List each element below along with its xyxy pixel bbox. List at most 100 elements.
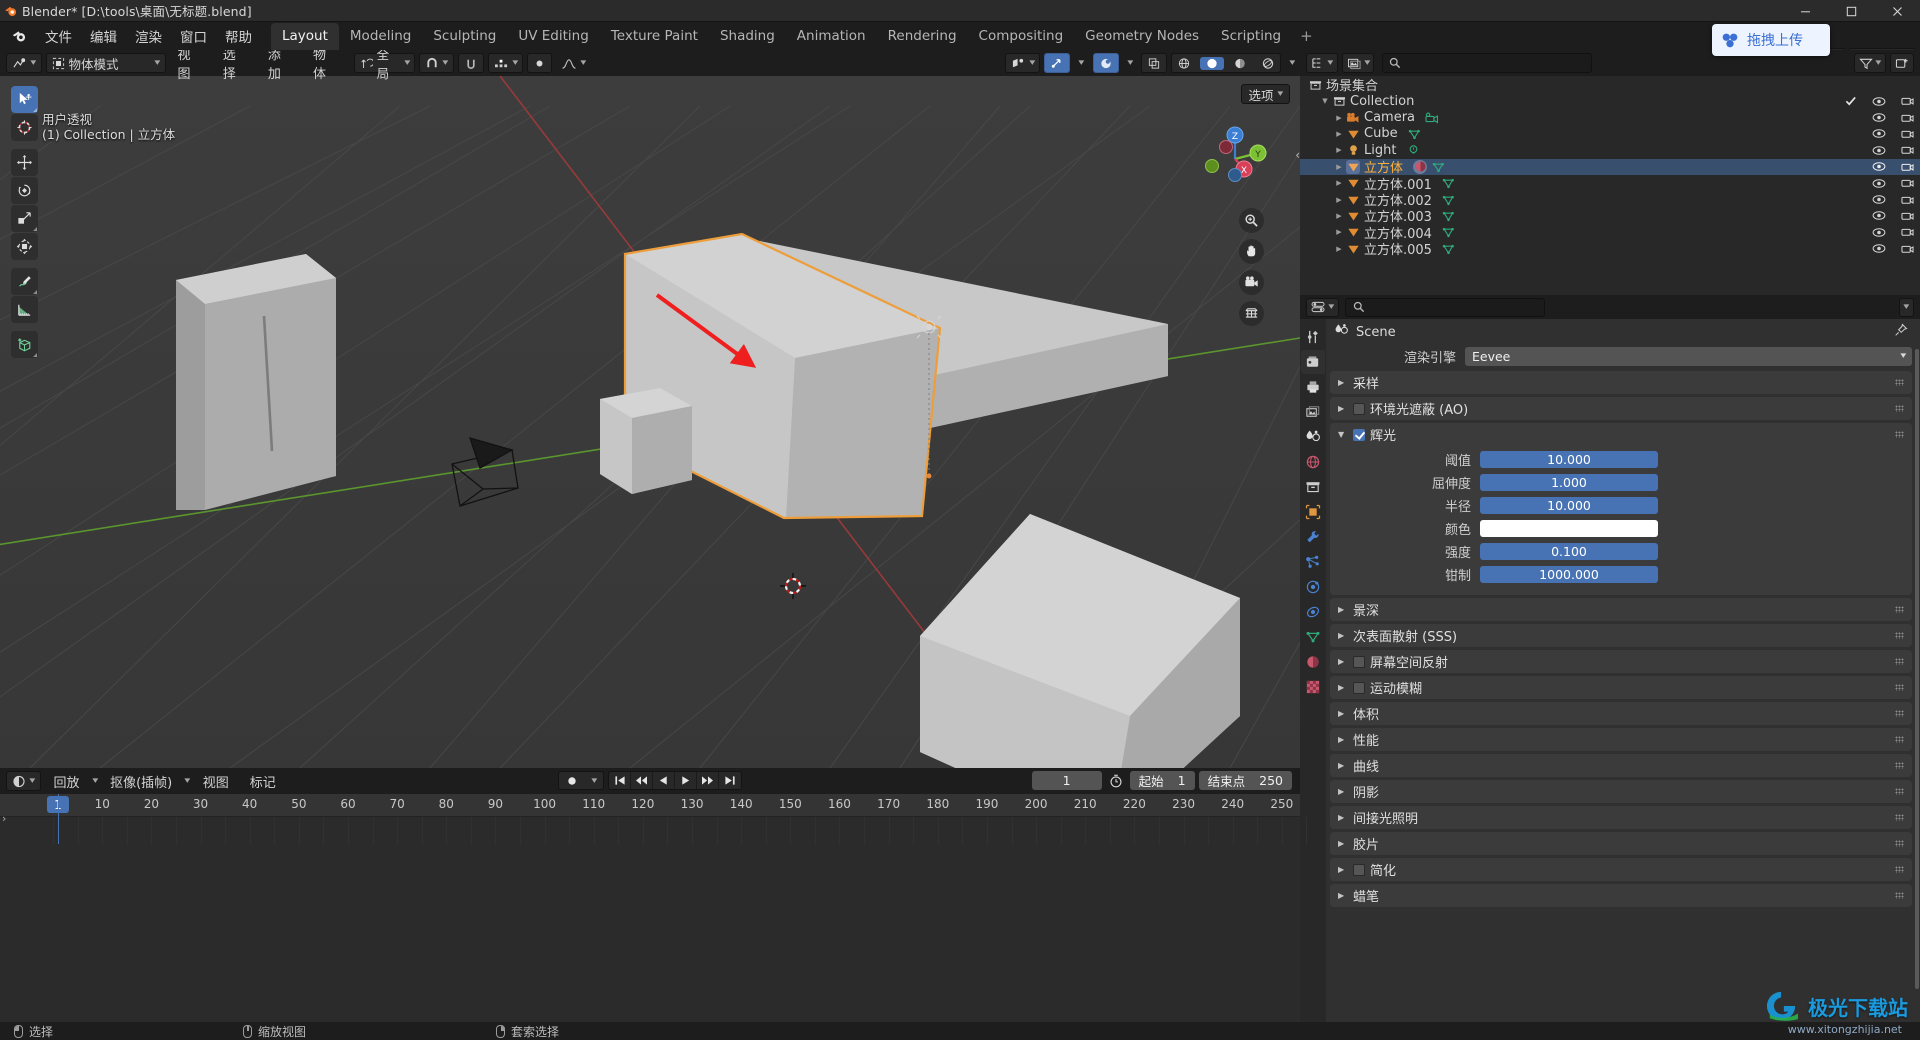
mesh-data-icon[interactable] [1408,127,1422,141]
timeline-keyframe-area[interactable] [0,816,1308,845]
tab-scripting[interactable]: Scripting [1210,23,1292,50]
eye-icon[interactable] [1872,127,1886,141]
camera-render-icon[interactable] [1900,242,1914,256]
zoom-icon[interactable] [1239,208,1264,233]
expand-triangle-icon[interactable]: ▶ [1332,179,1346,187]
camera-render-icon[interactable] [1900,160,1914,174]
camera-render-icon[interactable] [1900,193,1914,207]
panel-indirect-lighting[interactable]: ▶ 间接光照明 [1330,806,1912,829]
properties-scrollbar[interactable] [1915,349,1919,989]
panel-header[interactable]: ▶ 体积 [1330,702,1912,725]
outliner-row-cube-004[interactable]: ▶ 立方体.004 [1300,224,1920,242]
tab-constraint[interactable] [1301,600,1325,624]
outliner-row-cube-005[interactable]: ▶ 立方体.005 [1300,241,1920,258]
outliner-row-cube-001[interactable]: ▶ 立方体.001 [1300,175,1920,193]
panel-curves[interactable]: ▶ 曲线 [1330,754,1912,777]
checkbox-icon[interactable] [1844,94,1858,108]
panel-shadows[interactable]: ▶ 阴影 [1330,780,1912,803]
menu-help[interactable]: 帮助 [216,23,261,49]
properties-editor-type-button[interactable]: ▾ [1306,297,1339,317]
panel-checkbox[interactable] [1353,402,1365,415]
panel-header[interactable]: ▼ 辉光 [1330,423,1912,446]
panel-header[interactable]: ▶ 屏幕空间反射 [1330,650,1912,673]
field-value-slider[interactable]: 1.000 [1480,473,1658,491]
play-icon[interactable] [675,772,697,789]
panel-ambient-occlusion[interactable]: ▶ 环境光遮蔽 (AO) [1330,397,1912,420]
outliner-row-cube[interactable]: ▶ Cube [1300,126,1920,142]
frame-end-fields[interactable]: 结束点 250 [1198,771,1292,790]
panel-header[interactable]: ▶ 次表面散射 (SSS) [1330,624,1912,647]
panel-subsurface-scattering[interactable]: ▶ 次表面散射 (SSS) [1330,624,1912,647]
expand-triangle-icon[interactable]: ▶ [1332,114,1346,122]
tool-move[interactable] [11,149,38,176]
camera-render-icon[interactable] [1900,94,1914,108]
panel-header[interactable]: ▶ 曲线 [1330,754,1912,777]
panel-header[interactable]: ▶ 性能 [1330,728,1912,751]
tab-geometry-nodes[interactable]: Geometry Nodes [1074,23,1210,50]
jump-start-icon[interactable] [609,772,631,789]
panel-header[interactable]: ▶ 环境光遮蔽 (AO) [1330,397,1912,420]
outliner-new-collection-button[interactable] [1890,53,1914,73]
record-icon[interactable] [559,772,585,789]
tab-layout[interactable]: Layout [271,23,339,50]
timeline-playhead[interactable] [58,794,59,844]
prev-keyframe-icon[interactable] [631,772,653,789]
camera-render-icon[interactable] [1900,127,1914,141]
tab-tool[interactable] [1301,325,1325,349]
viewport-gizmos-dropdown[interactable]: ▾ [1004,53,1041,73]
expand-triangle-icon[interactable]: ▶ [1332,228,1346,236]
tab-rendering[interactable]: Rendering [877,23,968,50]
tab-texture[interactable] [1301,675,1325,699]
tab-modifier[interactable] [1301,525,1325,549]
outliner-editor-type-button[interactable]: ▾ [1306,53,1338,73]
hand-icon[interactable] [1239,239,1264,264]
shading-mode-group[interactable] [1171,53,1282,73]
shading-dropdown[interactable]: ▾ [1123,53,1138,73]
material-preview-shading-icon[interactable] [1228,57,1252,70]
timeline-editor[interactable]: ▾ 回放 ▾ 抠像(插帧) ▾ 视图 标记 ▾ 1 起始 1 结束点 250 1… [0,768,1308,1040]
viewport-menu-add[interactable]: 添加 [260,50,301,84]
snap-to-dropdown[interactable]: ▾ [487,53,524,73]
camera-render-icon[interactable] [1900,176,1914,190]
mesh-data-icon[interactable] [1442,193,1456,207]
eye-icon[interactable] [1872,242,1886,256]
timeline-menu-marker[interactable]: 标记 [242,770,284,793]
mesh-data-icon[interactable] [1442,209,1456,223]
viewport-canvas[interactable] [0,76,1300,768]
blender-menu-icon[interactable] [6,25,32,47]
tab-object[interactable] [1301,500,1325,524]
panel-header[interactable]: ▶ 阴影 [1330,780,1912,803]
panel-header[interactable]: ▶ 运动模糊 [1330,676,1912,699]
play-reverse-icon[interactable] [653,772,675,789]
field-value-slider[interactable]: 10.000 [1480,496,1658,514]
mesh-data-icon[interactable] [1442,242,1456,256]
grid-icon[interactable] [1239,301,1264,326]
timeline-ruler[interactable]: 10 20 30 40 50 60 70 80 90 100 110 120 130 140 150 160 1… [0,794,1300,816]
expand-triangle-icon[interactable]: ▶ [1332,146,1346,154]
tab-uv-editing[interactable]: UV Editing [507,23,599,50]
current-frame-field[interactable]: 1 [1031,771,1102,790]
properties-editor[interactable]: ▾ ▾ Scene 渲染引擎 Eevee ▾ ▶ 采样 ▶ 环境光遮蔽 (AO)… [1300,295,1920,1040]
eye-icon[interactable] [1872,111,1886,125]
jump-end-icon[interactable] [719,772,741,789]
next-keyframe-icon[interactable] [697,772,719,789]
expand-triangle-icon[interactable]: ▶ [1332,212,1346,220]
outliner-search-input[interactable] [1382,53,1593,73]
tab-render[interactable] [1301,350,1325,374]
eye-icon[interactable] [1872,94,1886,108]
expand-triangle-icon[interactable]: ▶ [1332,163,1346,171]
menu-edit[interactable]: 编辑 [81,23,126,49]
outliner-display-mode-button[interactable]: ▾ [1341,53,1375,73]
panel-checkbox[interactable] [1353,681,1365,694]
frame-range-fields[interactable]: 起始 1 [1129,771,1195,790]
mesh-data-icon[interactable] [1431,160,1445,174]
tab-scene[interactable] [1301,425,1325,449]
panel-performance[interactable]: ▶ 性能 [1330,728,1912,751]
timer-icon[interactable] [1106,774,1126,788]
editor-type-button[interactable]: ▾ [6,53,42,73]
proportional-edit-toggle[interactable] [527,53,553,73]
add-workspace-button[interactable]: + [1292,23,1321,49]
outliner-row-collection[interactable]: ▼ Collection [1300,93,1920,109]
close-button[interactable] [1874,0,1920,22]
panel-checkbox[interactable] [1353,655,1365,668]
